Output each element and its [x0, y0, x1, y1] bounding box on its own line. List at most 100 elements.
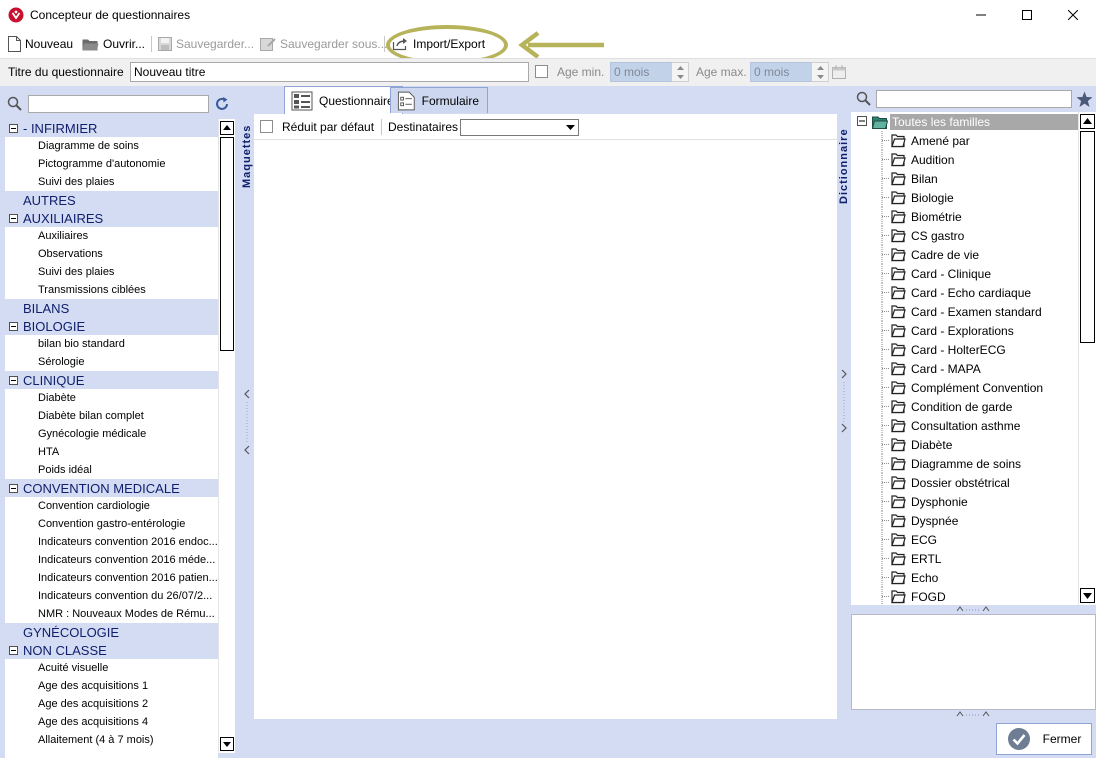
title-input[interactable]	[130, 62, 529, 82]
tab-questionnaire[interactable]: Questionnaire	[284, 86, 403, 114]
dictionary-family-item[interactable]: Cadre de vie	[851, 245, 1096, 264]
open-button[interactable]: Ouvrir...	[82, 35, 145, 53]
dictionary-family-item[interactable]: Card - Clinique	[851, 264, 1096, 283]
template-item[interactable]: Indicateurs convention 2016 méde...	[5, 551, 218, 569]
dictionary-family-item[interactable]: Audition	[851, 150, 1096, 169]
template-item[interactable]: Transmissions ciblées	[5, 281, 218, 299]
collapse-toggle-icon[interactable]	[9, 645, 18, 655]
dictionary-family-item[interactable]: Bilan	[851, 169, 1096, 188]
template-item[interactable]: Acuité visuelle	[5, 659, 218, 677]
template-item[interactable]: HTA	[5, 443, 218, 461]
tab-formulaire[interactable]: Formulaire	[390, 87, 488, 113]
template-item[interactable]: Age des acquisitions 4	[5, 713, 218, 731]
template-group[interactable]: NON CLASSE	[5, 641, 218, 659]
template-item[interactable]: Indicateurs convention 2016 patien...	[5, 569, 218, 587]
dictionary-family-item[interactable]: Consultation asthme	[851, 416, 1096, 435]
refresh-icon[interactable]	[214, 96, 230, 112]
template-item[interactable]: Suivi des plaies	[5, 173, 218, 191]
dictionary-family-item[interactable]: Card - MAPA	[851, 359, 1096, 378]
dictionary-family-item[interactable]: Dossier obstétrical	[851, 473, 1096, 492]
template-group[interactable]: AUXILIAIRES	[5, 209, 218, 227]
template-item[interactable]: Sérologie	[5, 353, 218, 371]
template-item[interactable]: Auxiliaires	[5, 227, 218, 245]
template-item[interactable]: bilan bio standard	[5, 335, 218, 353]
collapse-toggle-icon[interactable]	[9, 483, 18, 493]
close-button[interactable]: Fermer	[996, 723, 1092, 755]
scroll-thumb[interactable]	[220, 137, 234, 351]
template-group[interactable]: BIOLOGIE	[5, 317, 218, 335]
recipients-dropdown-button[interactable]	[562, 120, 578, 135]
template-item[interactable]: Diabète	[5, 389, 218, 407]
template-item[interactable]: Age des acquisitions 1	[5, 677, 218, 695]
dictionary-family-item[interactable]: Card - Explorations	[851, 321, 1096, 340]
age-min-spinner[interactable]	[671, 62, 689, 82]
dictionary-family-item[interactable]: CS gastro	[851, 226, 1096, 245]
template-item[interactable]: Poids idéal	[5, 461, 218, 479]
right-splitter[interactable]	[839, 368, 849, 436]
questionnaire-canvas[interactable]	[254, 114, 837, 719]
scroll-thumb[interactable]	[1080, 131, 1095, 343]
save-as-button[interactable]: Sauvegarder sous...	[260, 35, 387, 53]
template-group[interactable]: - INFIRMIER	[5, 119, 218, 137]
dictionary-family-item[interactable]: Amené par	[851, 131, 1096, 150]
close-window-button[interactable]	[1050, 0, 1096, 30]
template-item[interactable]: Indicateurs convention 2016 endoc...	[5, 533, 218, 551]
dictionary-family-item[interactable]: FOGD	[851, 587, 1096, 605]
dictionary-family-item[interactable]: Condition de garde	[851, 397, 1096, 416]
dictionary-family-item[interactable]: ECG	[851, 530, 1096, 549]
new-button[interactable]: Nouveau	[8, 35, 73, 53]
template-group[interactable]: AUTRES	[5, 191, 218, 209]
scroll-down-icon[interactable]	[220, 737, 234, 751]
template-item[interactable]: Gynécologie médicale	[5, 425, 218, 443]
collapse-toggle-icon[interactable]	[9, 375, 18, 385]
dictionary-family-item[interactable]: Dysphonie	[851, 492, 1096, 511]
age-max-input[interactable]: 0 mois	[750, 62, 812, 82]
template-item[interactable]: Pictogramme d'autonomie	[5, 155, 218, 173]
age-min-input[interactable]: 0 mois	[610, 62, 672, 82]
template-item[interactable]: Indicateurs convention du 26/07/2...	[5, 587, 218, 605]
minimize-button[interactable]	[958, 0, 1004, 30]
collapse-toggle-icon[interactable]	[9, 213, 18, 223]
dictionary-root-item[interactable]: Toutes les familles	[851, 112, 1096, 131]
dictionary-search-input[interactable]	[876, 90, 1072, 108]
maximize-button[interactable]	[1004, 0, 1050, 30]
templates-scrollbar[interactable]	[218, 119, 235, 753]
dictionary-family-item[interactable]: Card - Echo cardiaque	[851, 283, 1096, 302]
save-button[interactable]: Sauvegarder...	[158, 35, 254, 53]
dictionary-family-item[interactable]: Dyspnée	[851, 511, 1096, 530]
template-item[interactable]: NMR : Nouveaux Modes de Rému...	[5, 605, 218, 623]
horizontal-splitter-icon[interactable]	[956, 711, 990, 718]
template-item[interactable]: Observations	[5, 245, 218, 263]
left-splitter[interactable]	[242, 388, 252, 458]
dictionary-family-item[interactable]: Diagramme de soins	[851, 454, 1096, 473]
template-group[interactable]: CONVENTION MEDICALE	[5, 479, 218, 497]
template-group[interactable]: BILANS	[5, 299, 218, 317]
horizontal-splitter-icon[interactable]	[956, 606, 990, 613]
dictionary-family-item[interactable]: Biométrie	[851, 207, 1096, 226]
star-icon[interactable]	[1076, 91, 1093, 108]
scroll-up-icon[interactable]	[1080, 114, 1095, 129]
collapse-toggle-icon[interactable]	[9, 321, 18, 331]
dictionary-family-item[interactable]: Card - Examen standard	[851, 302, 1096, 321]
age-max-spinner[interactable]	[811, 62, 829, 82]
collapse-toggle-icon[interactable]	[9, 123, 18, 133]
dictionary-family-item[interactable]: Diabète	[851, 435, 1096, 454]
template-item[interactable]: Diabète bilan complet	[5, 407, 218, 425]
dictionary-family-item[interactable]: ERTL	[851, 549, 1096, 568]
dictionary-family-item[interactable]: Biologie	[851, 188, 1096, 207]
templates-search-input[interactable]	[28, 95, 209, 113]
age-limit-checkbox[interactable]	[535, 65, 548, 78]
dictionary-scrollbar[interactable]	[1078, 112, 1096, 605]
dictionary-family-item[interactable]: Echo	[851, 568, 1096, 587]
scroll-up-icon[interactable]	[220, 121, 234, 135]
template-item[interactable]: Convention gastro-entérologie	[5, 515, 218, 533]
template-item[interactable]: Allaitement (4 à 7 mois)	[5, 731, 218, 749]
dictionary-family-item[interactable]: Complément Convention	[851, 378, 1096, 397]
template-item[interactable]: Suivi des plaies	[5, 263, 218, 281]
calendar-icon[interactable]	[832, 65, 846, 79]
dictionary-family-item[interactable]: Card - HolterECG	[851, 340, 1096, 359]
template-item[interactable]: Convention cardiologie	[5, 497, 218, 515]
collapse-toggle-icon[interactable]	[857, 116, 868, 127]
template-item[interactable]: Age des acquisitions 2	[5, 695, 218, 713]
scroll-down-icon[interactable]	[1080, 588, 1095, 603]
